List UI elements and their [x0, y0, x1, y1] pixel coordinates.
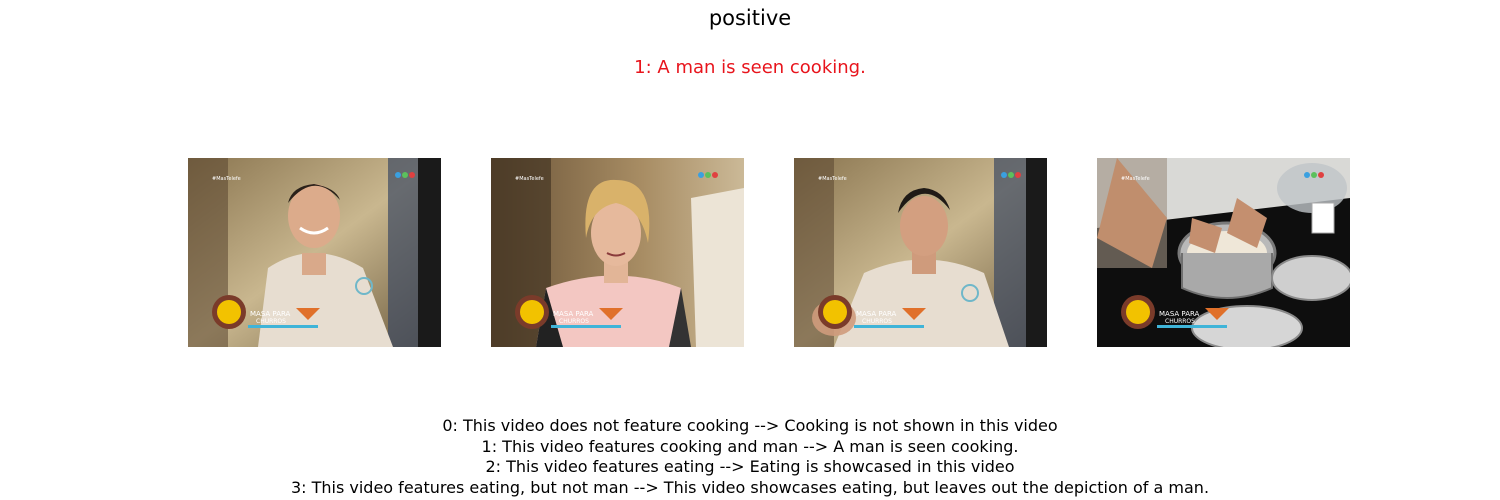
banner-line-2: CHURROS — [1165, 318, 1195, 325]
watermark: #MasTelefe — [515, 176, 544, 182]
banner-line-1: MASA PARA — [1159, 310, 1200, 318]
show-logo-icon — [1121, 295, 1155, 329]
banner-line-1: MASA PARA — [553, 310, 594, 318]
watermark: #MasTelefe — [818, 176, 847, 182]
show-logo-icon — [212, 295, 246, 329]
video-frame-4: MASA PARA CHURROS #MasTelefe — [1097, 158, 1350, 347]
prediction-label: 1: A man is seen cooking. — [634, 57, 866, 78]
caption-3: 3: This video features eating, but not m… — [290, 477, 1210, 497]
video-frame-3: MASA PARA CHURROS #MasTelefe — [794, 158, 1047, 347]
show-logo-icon — [515, 295, 549, 329]
watermark: #MasTelefe — [212, 176, 241, 182]
figure-title: positive — [708, 6, 792, 30]
banner-line-1: MASA PARA — [856, 310, 897, 318]
banner-line-2: CHURROS — [559, 318, 589, 325]
caption-2: 2: This video features eating --> Eating… — [485, 457, 1015, 477]
caption-1: 1: This video features cooking and man -… — [481, 436, 1019, 456]
caption-list: 0: This video does not feature cooking -… — [0, 416, 1500, 498]
banner-line-1: MASA PARA — [250, 310, 291, 318]
video-frame-1: MASA PARA CHURROS #MasTelefe — [188, 158, 441, 347]
video-frame-2: MASA PARA CHURROS #MasTelefe — [491, 158, 744, 347]
banner-line-2: CHURROS — [256, 318, 286, 325]
banner-line-2: CHURROS — [862, 318, 892, 325]
caption-0: 0: This video does not feature cooking -… — [442, 416, 1058, 435]
show-logo-icon — [818, 295, 852, 329]
watermark: #MasTelefe — [1121, 176, 1150, 182]
